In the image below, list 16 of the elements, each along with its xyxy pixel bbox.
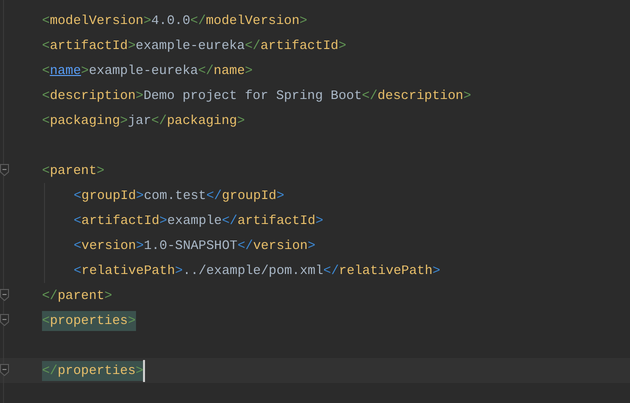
text-cursor [143,360,146,382]
fold-marker-icon[interactable] [0,164,9,176]
code-line: <packaging>jar</packaging> [42,112,245,130]
code-line: </parent> [42,286,112,304]
code-line: <parent> [42,162,104,180]
code-line: <name>example-eureka</name> [42,62,253,80]
fold-marker-icon[interactable] [0,364,9,376]
code-line: <artifactId>example-eureka</artifactId> [42,36,346,54]
fold-marker-icon[interactable] [0,289,9,301]
code-line: <relativePath>../example/pom.xml</relativePath> [74,262,440,280]
code-line: <groupId>com.test</groupId> [74,186,284,204]
code-line: <artifactId>example</artifactId> [74,212,324,230]
code-line: <modelVersion>4.0.0</modelVersion> [42,12,308,30]
code-line: <description>Demo project for Spring Boot</description> [42,86,472,104]
code-line: <version>1.0-SNAPSHOT</version> [74,236,316,254]
fold-marker-icon[interactable] [0,314,9,326]
